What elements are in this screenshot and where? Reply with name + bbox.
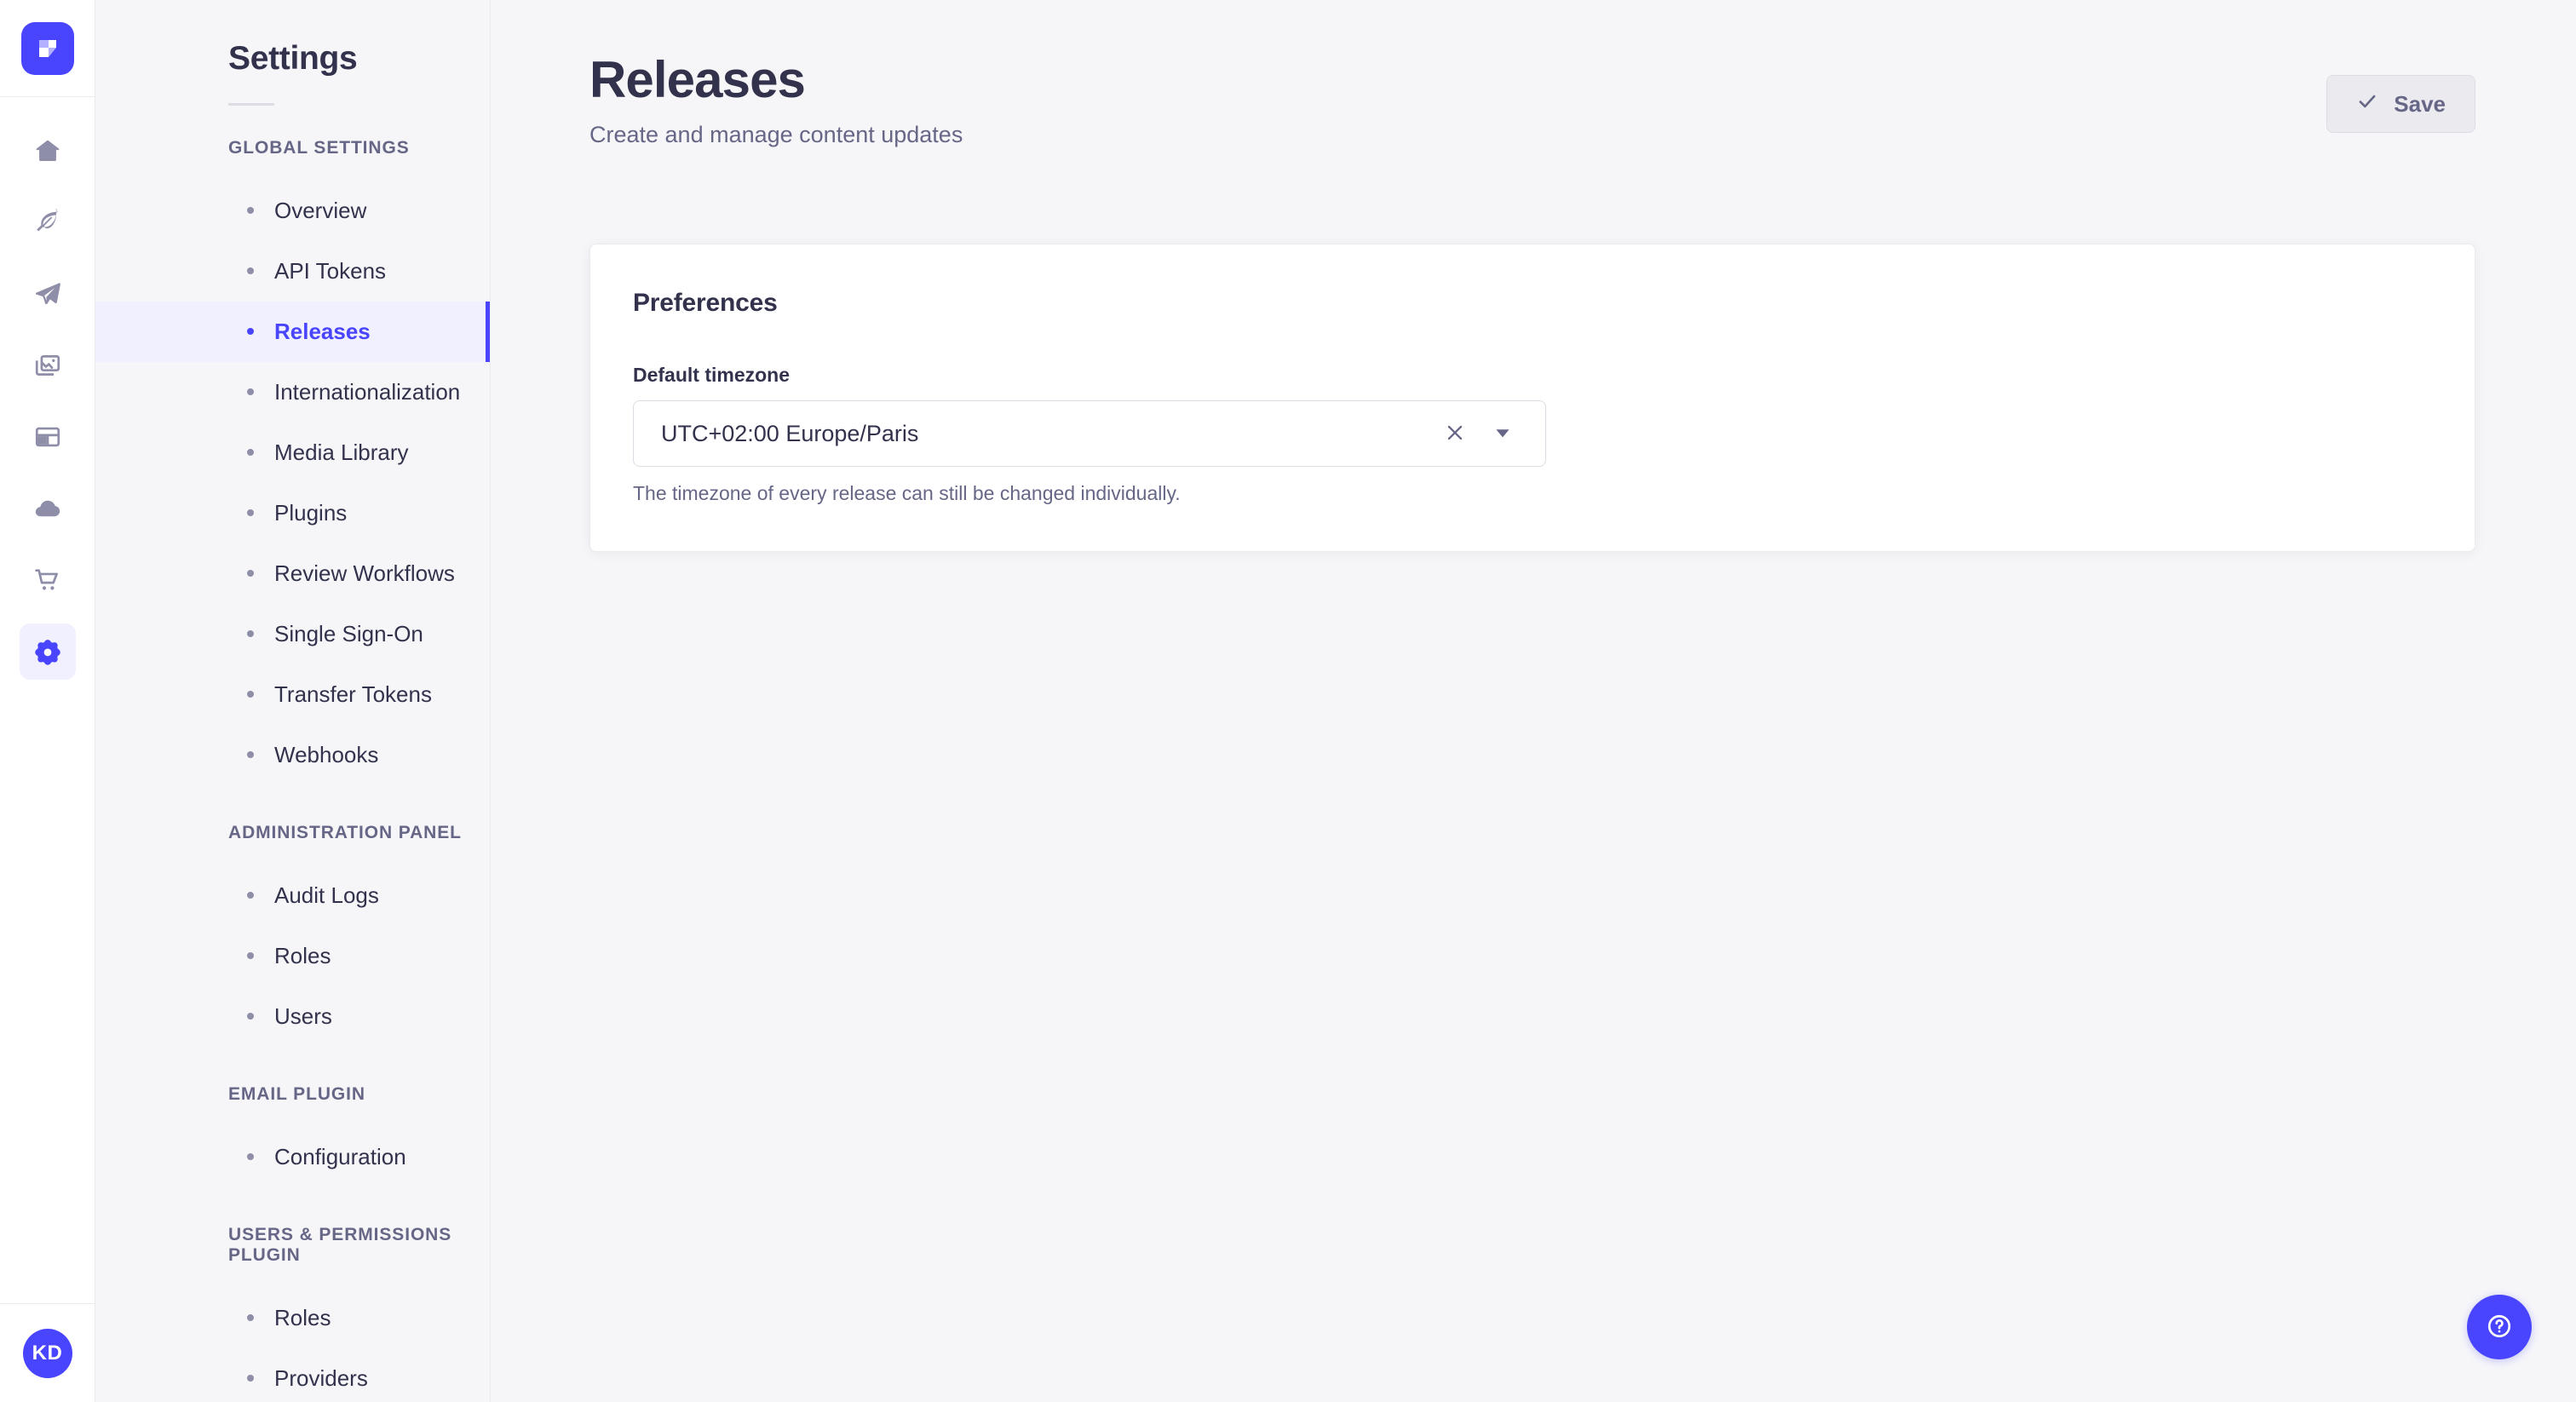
- sidebar-item-label: Releases: [274, 318, 371, 344]
- sidebar-item-roles-users-permissions[interactable]: Roles: [95, 1288, 490, 1348]
- sidebar-item-label: Providers: [274, 1365, 368, 1391]
- chevron-down-icon: [1492, 422, 1514, 446]
- images-icon: [33, 351, 62, 380]
- sidebar-item-label: Review Workflows: [274, 560, 455, 586]
- gear-icon: [33, 637, 62, 666]
- check-icon: [2356, 90, 2378, 118]
- sidebar-item-configuration[interactable]: Configuration: [95, 1127, 490, 1187]
- settings-sidebar: Settings GLOBAL SETTINGS Overview API To…: [95, 0, 491, 1402]
- sidebar-item-label: Audit Logs: [274, 882, 379, 908]
- shopping-cart-icon: [33, 566, 62, 595]
- nav-section-label: USERS & PERMISSIONS PLUGIN: [228, 1224, 452, 1265]
- save-button-label: Save: [2394, 90, 2446, 117]
- sidebar-item-providers[interactable]: Providers: [95, 1348, 490, 1402]
- rail-item-media-library[interactable]: [20, 337, 76, 394]
- save-button[interactable]: Save: [2326, 75, 2475, 133]
- nav-section-email-plugin: EMAIL PLUGIN Configuration: [95, 1084, 490, 1187]
- sidebar-title-divider: [228, 102, 274, 106]
- sidebar-item-roles-admin[interactable]: Roles: [95, 926, 490, 986]
- sidebar-item-label: Media Library: [274, 439, 409, 465]
- sidebar-item-media-library[interactable]: Media Library: [95, 422, 490, 483]
- help-button[interactable]: [2467, 1295, 2532, 1359]
- sidebar-item-label: Configuration: [274, 1143, 406, 1169]
- close-icon: [1444, 422, 1466, 446]
- settings-sidebar-title: Settings: [228, 40, 358, 77]
- paper-plane-icon: [33, 279, 62, 308]
- sidebar-item-overview[interactable]: Overview: [95, 181, 490, 241]
- nav-section-global-settings: GLOBAL SETTINGS Overview API Tokens Rele…: [95, 138, 490, 785]
- cloud-icon: [33, 494, 62, 523]
- rail-item-documentation[interactable]: [20, 409, 76, 465]
- rail-item-content-type-builder[interactable]: [20, 266, 76, 322]
- sidebar-item-label: Overview: [274, 197, 367, 223]
- rail-item-marketplace[interactable]: [20, 552, 76, 608]
- settings-sidebar-header: Settings: [95, 0, 490, 106]
- sidebar-item-label: Webhooks: [274, 741, 379, 767]
- rail-item-content-manager[interactable]: [20, 194, 76, 250]
- layout-icon: [33, 422, 62, 451]
- sidebar-item-label: Plugins: [274, 499, 348, 526]
- sidebar-item-label: Internationalization: [274, 378, 461, 405]
- preferences-card-title: Preferences: [633, 289, 778, 318]
- main-content: Releases Create and manage content updat…: [491, 0, 2576, 1402]
- avatar[interactable]: KD: [22, 1328, 72, 1378]
- feather-icon: [33, 208, 62, 237]
- sidebar-item-releases[interactable]: Releases: [95, 301, 490, 362]
- nav-section-label: GLOBAL SETTINGS: [228, 137, 410, 158]
- sidebar-item-transfer-tokens[interactable]: Transfer Tokens: [95, 664, 490, 725]
- rail-footer: KD: [0, 1303, 95, 1402]
- rail-item-cloud[interactable]: [20, 480, 76, 537]
- sidebar-item-single-sign-on[interactable]: Single Sign-On: [95, 604, 490, 664]
- sidebar-item-label: API Tokens: [274, 257, 387, 284]
- nav-section-users-permissions-plugin: USERS & PERMISSIONS PLUGIN Roles Provide…: [95, 1225, 490, 1402]
- sidebar-item-label: Transfer Tokens: [274, 681, 432, 707]
- nav-section-administration-panel: ADMINISTRATION PANEL Audit Logs Roles Us…: [95, 823, 490, 1047]
- default-timezone-value: UTC+02:00 Europe/Paris: [661, 420, 919, 446]
- default-timezone-combobox[interactable]: UTC+02:00 Europe/Paris: [633, 400, 1546, 468]
- home-icon: [33, 136, 62, 165]
- nav-section-label: EMAIL PLUGIN: [228, 1083, 365, 1104]
- sidebar-item-api-tokens[interactable]: API Tokens: [95, 241, 490, 302]
- toggle-timezone-dropdown-button[interactable]: [1479, 410, 1527, 457]
- rail-item-home[interactable]: [20, 123, 76, 179]
- logo-container: [0, 0, 95, 97]
- sidebar-item-webhooks[interactable]: Webhooks: [95, 725, 490, 785]
- question-circle-icon: [2485, 1312, 2514, 1343]
- settings-sidebar-sections: GLOBAL SETTINGS Overview API Tokens Rele…: [95, 138, 490, 1402]
- clear-timezone-button[interactable]: [1431, 410, 1479, 457]
- default-timezone-label: Default timezone: [633, 364, 791, 387]
- sidebar-item-label: Single Sign-On: [274, 620, 423, 646]
- sidebar-item-internationalization[interactable]: Internationalization: [95, 362, 490, 422]
- sidebar-item-users[interactable]: Users: [95, 986, 490, 1047]
- sidebar-item-label: Users: [274, 1003, 332, 1029]
- nav-section-label: ADMINISTRATION PANEL: [228, 822, 462, 842]
- strapi-logo-icon[interactable]: [20, 21, 74, 75]
- preferences-card: Preferences Default timezone UTC+02:00 E…: [589, 244, 2475, 553]
- sidebar-item-plugins[interactable]: Plugins: [95, 483, 490, 543]
- page-subtitle: Create and manage content updates: [589, 122, 963, 148]
- page-header: Releases Create and manage content updat…: [491, 0, 2576, 148]
- rail-item-settings[interactable]: [19, 623, 76, 680]
- page-title: Releases: [589, 51, 806, 108]
- sidebar-item-audit-logs[interactable]: Audit Logs: [95, 865, 490, 926]
- app-root: KD Settings GLOBAL SETTINGS Overview API…: [0, 0, 2576, 1402]
- rail-item-list: [19, 97, 76, 680]
- page-header-text: Releases Create and manage content updat…: [589, 51, 963, 148]
- default-timezone-field: Default timezone UTC+02:00 Europe/Paris: [633, 364, 1546, 505]
- main-icon-rail: KD: [0, 0, 95, 1402]
- sidebar-item-review-workflows[interactable]: Review Workflows: [95, 543, 490, 604]
- default-timezone-hint: The timezone of every release can still …: [633, 482, 1181, 505]
